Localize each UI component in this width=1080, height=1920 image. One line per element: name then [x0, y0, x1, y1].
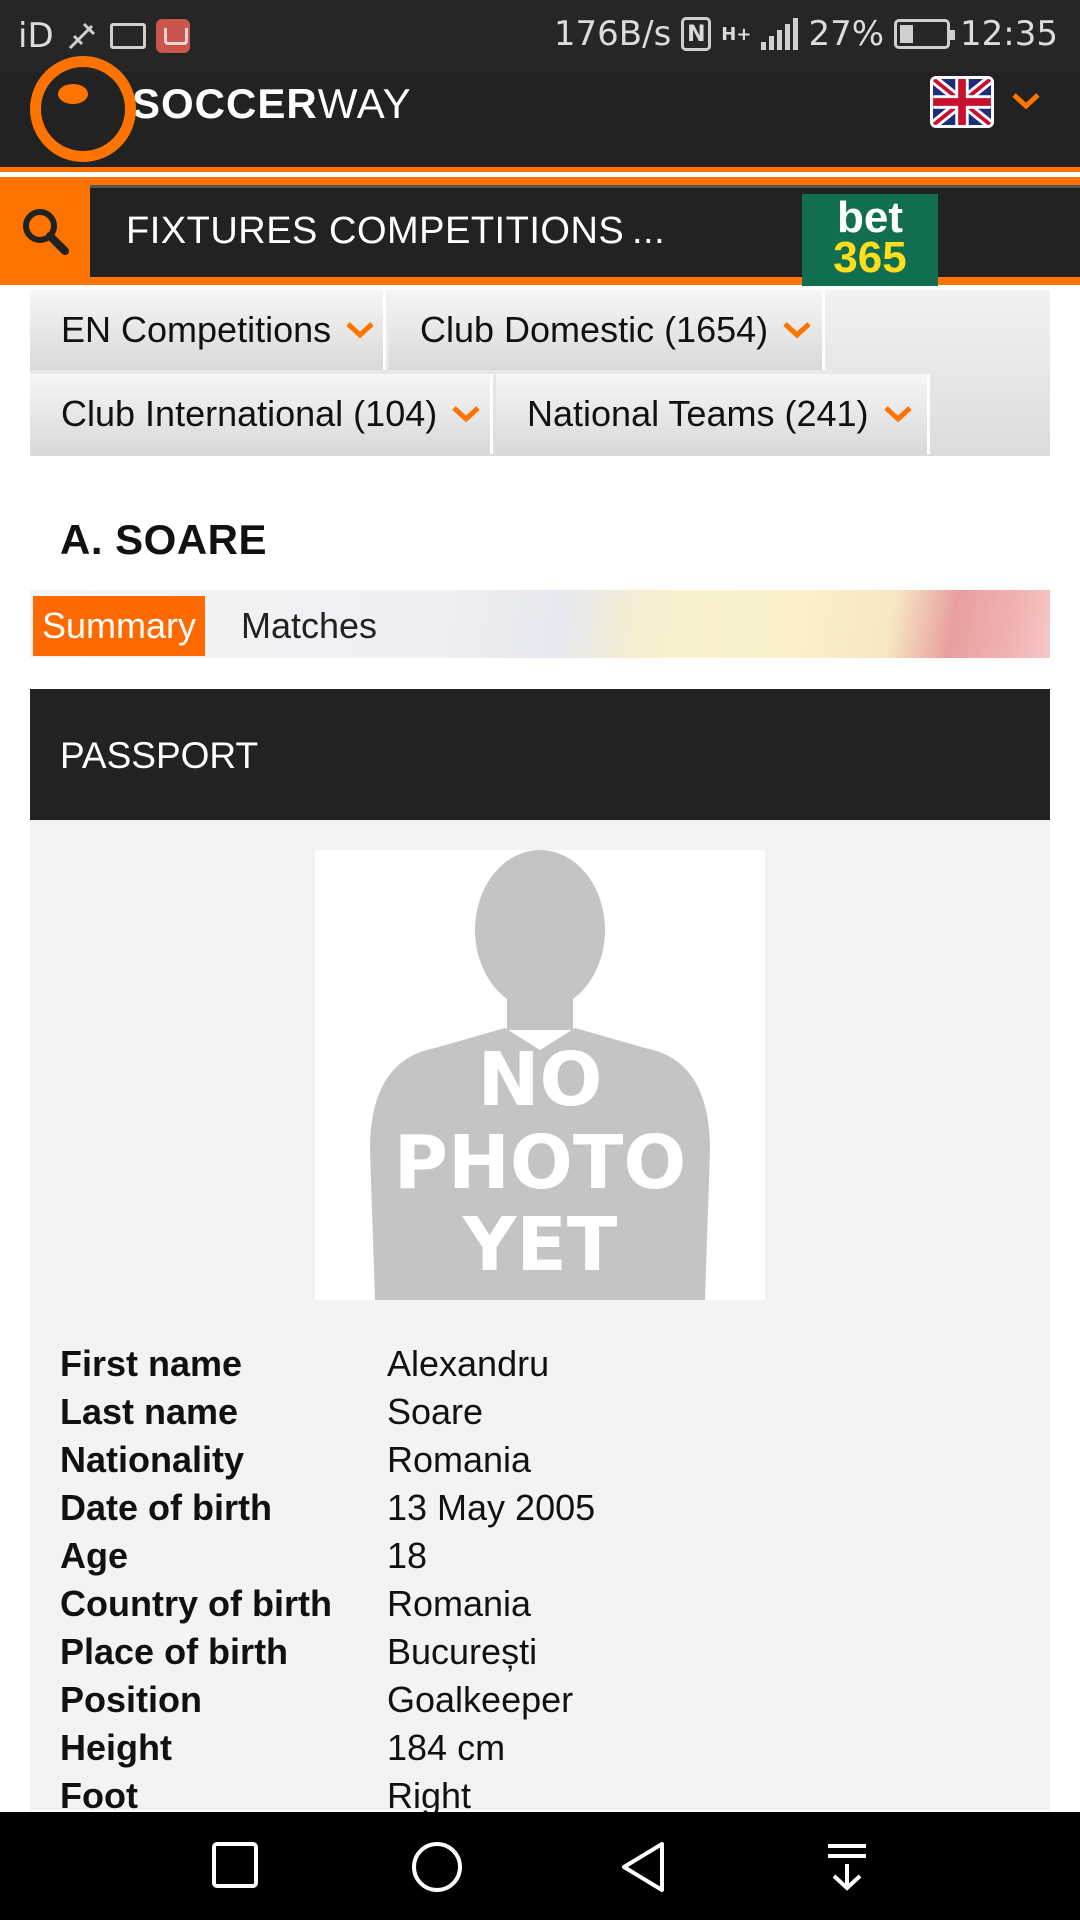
comp-tab-label: Club Domestic (1654) — [420, 309, 769, 350]
info-value: Soare — [387, 1391, 484, 1432]
info-label: Last name — [60, 1391, 239, 1432]
info-label: Place of birth — [60, 1631, 289, 1672]
info-label: First name — [60, 1343, 243, 1384]
info-label: Position — [60, 1679, 202, 1720]
no-photo-text: PHOTO — [394, 1120, 686, 1206]
chevron-down-icon — [883, 406, 912, 423]
carrier-label: iD — [18, 16, 54, 56]
chevron-down-icon — [346, 322, 374, 339]
language-chevron-down-icon[interactable] — [1010, 90, 1042, 112]
nfc-icon: N — [681, 17, 712, 51]
soccerway-logo-icon — [30, 56, 136, 162]
usb-debug-icon — [68, 22, 95, 50]
soccerway-logo-text: SOCCERWAY — [132, 80, 412, 127]
info-row-height: Height 184 cm — [60, 1724, 1020, 1772]
info-row-nationality: Nationality Romania — [60, 1436, 1020, 1484]
bet365-banner[interactable]: bet 365 — [802, 194, 938, 286]
info-value: Romania — [387, 1439, 532, 1480]
search-icon — [23, 209, 69, 255]
info-value: București — [387, 1631, 538, 1672]
comp-tab-national-teams[interactable]: National Teams (241) — [496, 374, 930, 454]
comp-tab-club-international[interactable]: Club International (104) — [30, 374, 493, 454]
info-value: Right — [387, 1775, 472, 1816]
player-subtabs: Summary Matches — [30, 590, 1050, 658]
status-right: 176B/s N H+ 27% 12:35 — [554, 14, 1058, 54]
signal-icon — [761, 18, 799, 50]
site-header: SOCCERWAY — [0, 56, 1080, 172]
battery-icon — [894, 19, 956, 49]
nav-more[interactable]: ... — [632, 210, 665, 253]
info-value: 184 cm — [387, 1727, 506, 1768]
battery-percent: 27% — [808, 14, 885, 54]
info-row-last-name: Last name Soare — [60, 1388, 1020, 1436]
passport-panel: NO PHOTO YET First name Alexandru Last na… — [30, 820, 1050, 1816]
network-type: H+ — [721, 23, 752, 45]
info-value: 13 May 2005 — [387, 1487, 596, 1528]
status-bar: iD 176B/s N H+ 27% 12:35 — [0, 0, 1080, 72]
comp-tab-label: EN Competitions — [61, 309, 332, 350]
nav-menu: FIXTURES COMPETITIONS ... bet 365 — [90, 185, 1080, 286]
nav-fixtures[interactable]: FIXTURES — [126, 210, 318, 253]
chevron-down-icon — [783, 322, 811, 339]
comp-tab-label: National Teams (241) — [527, 393, 869, 434]
no-photo-silhouette: NO PHOTO YET — [370, 850, 710, 1300]
passport-header: PASSPORT — [30, 689, 1050, 820]
clock: 12:35 — [960, 14, 1058, 54]
player-photo-placeholder: NO PHOTO YET — [315, 850, 765, 1300]
no-photo-text: NO — [478, 1037, 603, 1123]
info-row-date-of-birth: Date of birth 13 May 2005 — [60, 1484, 1020, 1532]
info-label: Foot — [60, 1775, 138, 1816]
passport-info-list: First name Alexandru Last name Soare Natio… — [60, 1340, 1020, 1820]
page-title: A. SOARE — [60, 516, 268, 563]
comp-tab-label: Club International (104) — [61, 393, 438, 434]
uk-flag-icon[interactable] — [930, 76, 994, 128]
info-value: Alexandru — [387, 1343, 550, 1384]
info-row-age: Age 18 — [60, 1532, 1020, 1580]
info-value: Romania — [387, 1583, 532, 1624]
tab-matches[interactable]: Matches — [241, 596, 377, 656]
competition-tabs: EN Competitions Club Domestic (1654) Clu… — [30, 290, 1050, 456]
recent-apps-icon[interactable] — [210, 1840, 260, 1890]
app-notification-icon — [155, 19, 190, 53]
main-nav: FIXTURES COMPETITIONS ... bet 365 — [0, 177, 1080, 286]
comp-tab-club-domestic[interactable]: Club Domestic (1654) — [389, 290, 825, 370]
nav-competitions[interactable]: COMPETITIONS — [329, 210, 624, 253]
back-icon[interactable] — [618, 1840, 668, 1894]
bet365-logo-top: bet — [837, 193, 903, 242]
bet365-logo-bottom: 365 — [833, 233, 907, 282]
notification-pull-down-icon[interactable] — [822, 1840, 872, 1894]
search-button[interactable] — [0, 177, 90, 285]
system-navigation-bar — [0, 1812, 1080, 1920]
home-icon[interactable] — [410, 1840, 464, 1894]
passport-title: PASSPORT — [60, 735, 259, 776]
soccerway-logo[interactable]: SOCCERWAY — [30, 56, 412, 162]
info-label: Date of birth — [60, 1487, 272, 1528]
info-row-position: Position Goalkeeper — [60, 1676, 1020, 1724]
no-photo-text: YET — [462, 1202, 618, 1288]
comp-tab-en-competitions[interactable]: EN Competitions — [30, 290, 386, 370]
network-speed: 176B/s — [553, 14, 672, 54]
info-value: Goalkeeper — [387, 1679, 574, 1720]
info-label: Height — [60, 1727, 172, 1768]
chevron-down-icon — [452, 406, 480, 423]
mail-icon — [109, 23, 146, 49]
info-row-first-name: First name Alexandru — [60, 1340, 1020, 1388]
info-value: 18 — [387, 1535, 428, 1576]
info-label: Country of birth — [60, 1583, 332, 1624]
status-left: iD — [18, 16, 190, 56]
info-row-place-of-birth: Place of birth București — [60, 1628, 1020, 1676]
info-label: Nationality — [60, 1439, 245, 1480]
tab-summary[interactable]: Summary — [33, 596, 205, 656]
info-label: Age — [60, 1535, 129, 1576]
info-row-country-of-birth: Country of birth Romania — [60, 1580, 1020, 1628]
